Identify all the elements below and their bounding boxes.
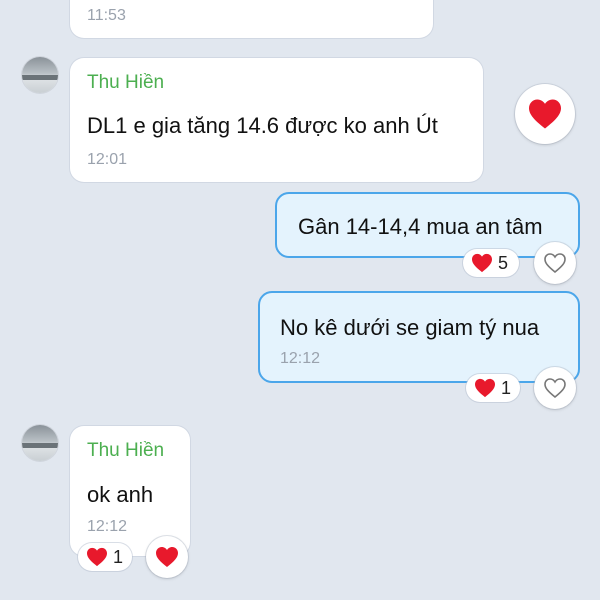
- reaction-button[interactable]: [146, 536, 188, 578]
- message-text: Gân 14-14,4 mua an tâm: [298, 214, 543, 239]
- reaction-summary[interactable]: 1: [78, 543, 132, 571]
- heart-outline-icon: [544, 378, 566, 399]
- message-bubble-incoming[interactable]: Thu Hiền DL1 e gia tăng 14.6 được ko anh…: [70, 58, 483, 182]
- reaction-summary[interactable]: 5: [463, 249, 519, 277]
- reaction-count: 1: [113, 546, 124, 567]
- sender-name: Thu Hiền: [87, 72, 165, 93]
- message-text: ok anh: [87, 482, 154, 507]
- sender-name: Thu Hiền: [87, 440, 165, 461]
- heart-outline-icon: [544, 253, 566, 274]
- message-time: 12:12: [87, 518, 128, 535]
- message-bubble-outgoing[interactable]: Gân 14-14,4 mua an tâm: [275, 192, 580, 258]
- message-text: DL1 e gia tăng 14.6 được ko anh Út: [87, 113, 438, 138]
- sender-avatar[interactable]: [22, 57, 58, 93]
- message-time: 11:53: [87, 7, 126, 24]
- heart-icon: [475, 378, 495, 398]
- heart-icon: [87, 547, 107, 567]
- message-bubble-outgoing[interactable]: No kê dưới se giam tý nua 12:12: [258, 291, 580, 383]
- reaction-button[interactable]: [534, 367, 576, 409]
- heart-icon: [156, 547, 178, 567]
- chat-conversation: 11:53 Thu Hiền DL1 e gia tăng 14.6 được …: [0, 0, 600, 600]
- message-time: 12:01: [87, 151, 128, 168]
- reaction-count: 5: [498, 252, 509, 273]
- reaction-button[interactable]: [534, 242, 576, 284]
- reaction-button[interactable]: [515, 84, 575, 144]
- sender-avatar[interactable]: [22, 425, 58, 461]
- message-time: 12:12: [280, 350, 321, 367]
- reaction-summary[interactable]: 1: [466, 374, 520, 402]
- reaction-count: 1: [501, 377, 512, 398]
- message-bubble-incoming[interactable]: 11:53: [70, 0, 433, 38]
- heart-icon: [472, 253, 492, 273]
- heart-icon: [529, 99, 561, 129]
- message-text: No kê dưới se giam tý nua: [280, 315, 540, 340]
